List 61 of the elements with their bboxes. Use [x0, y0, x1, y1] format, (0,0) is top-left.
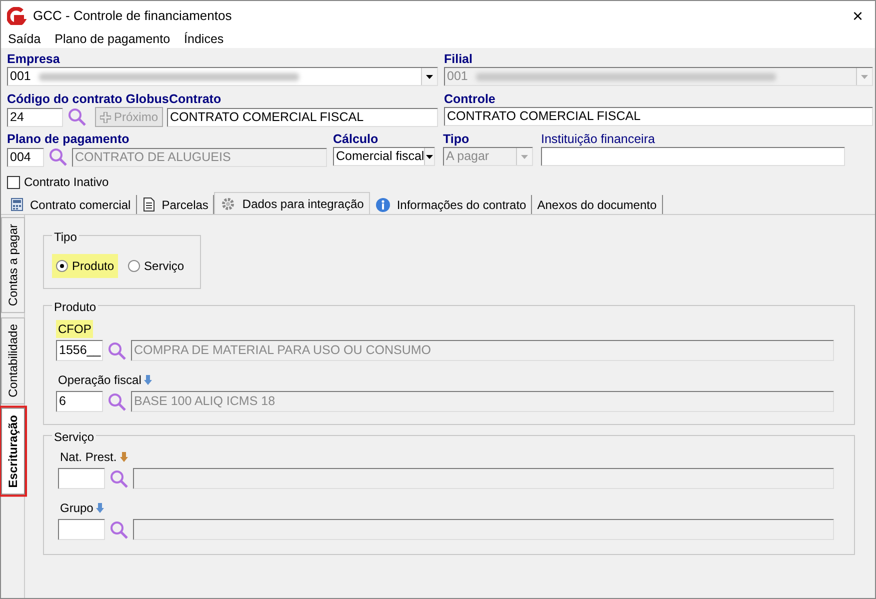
caret-icon	[425, 154, 434, 160]
menu-item[interactable]: Saída	[8, 30, 41, 49]
description-field: CONTRATO DE ALUGUEIS	[72, 148, 327, 166]
plus-icon	[100, 112, 111, 122]
search-icon[interactable]	[107, 392, 127, 412]
app-logo-icon	[7, 7, 27, 25]
tab[interactable]: Anexos do documento	[532, 195, 663, 214]
search-icon[interactable]	[48, 147, 68, 167]
checkbox-label: Contrato Inativo	[24, 174, 109, 191]
caret-icon	[860, 74, 869, 80]
field-label: Grupo	[58, 499, 106, 517]
code-input[interactable]: 6	[56, 391, 103, 412]
field-label: Controle	[444, 91, 496, 107]
field-label: Tipo	[443, 131, 470, 147]
field-label: Instituição financeira	[541, 131, 656, 147]
field-label: Operação fiscal	[56, 371, 154, 389]
code-input[interactable]: 1556__	[56, 340, 103, 361]
field-label: Nat. Prest.	[58, 448, 130, 466]
field-label: Filial	[444, 51, 474, 67]
field-label: Cálculo	[333, 131, 380, 147]
field-label: Contrato	[169, 91, 222, 107]
calculation-dropdown[interactable]: Comercial fiscal	[333, 147, 435, 166]
checkbox[interactable]	[7, 176, 20, 188]
document-icon	[142, 197, 156, 212]
radio-button[interactable]: Serviço	[124, 254, 188, 278]
caret-icon	[425, 74, 434, 80]
field-label: Plano de pagamento	[7, 131, 130, 147]
radio-button[interactable]: Produto	[52, 254, 118, 278]
side-tab[interactable]: Escrituração	[0, 408, 24, 496]
code-input[interactable]	[58, 468, 105, 489]
company-dropdown[interactable]: 001	[7, 67, 438, 86]
search-icon[interactable]	[107, 340, 127, 360]
field-label: Empresa	[7, 51, 61, 67]
close-button[interactable]: ×	[846, 7, 869, 25]
code-input[interactable]: 24	[7, 108, 63, 126]
menu-item[interactable]: Plano de pagamento	[54, 30, 170, 49]
contract-input[interactable]: CONTRATO COMERCIAL FISCAL	[167, 108, 438, 126]
description-field: BASE 100 ALIQ ICMS 18	[131, 391, 834, 412]
window-title: GCC - Controle de financiamentos	[33, 7, 232, 26]
search-icon[interactable]	[109, 468, 129, 488]
gear-icon	[220, 196, 236, 212]
code-input[interactable]	[58, 519, 105, 540]
tab[interactable]: Contrato comercial	[5, 195, 137, 214]
field-label: Código do contrato Globus	[7, 91, 169, 107]
caret-icon	[520, 154, 529, 160]
institution-input[interactable]	[541, 147, 845, 166]
menu-item[interactable]: Índices	[184, 30, 224, 49]
type-dropdown: A pagar	[443, 147, 533, 166]
tab[interactable]: Informações do contrato	[370, 195, 532, 214]
field-label: CFOP	[56, 320, 94, 338]
branch-dropdown: 001	[444, 67, 873, 86]
info-icon	[374, 196, 391, 212]
code-input[interactable]: 004	[7, 148, 44, 166]
description-field: COMPRA DE MATERIAL PARA USO OU CONSUMO	[131, 340, 834, 361]
side-tab[interactable]: Contas a pagar	[0, 217, 24, 314]
tab[interactable]: Dados para integração	[214, 192, 370, 214]
search-icon[interactable]	[67, 107, 87, 127]
calculator-icon	[10, 197, 24, 212]
side-tab[interactable]: Contabilidade	[0, 317, 24, 404]
control-input[interactable]: CONTRATO COMERCIAL FISCAL	[444, 107, 873, 126]
search-icon[interactable]	[109, 520, 129, 540]
